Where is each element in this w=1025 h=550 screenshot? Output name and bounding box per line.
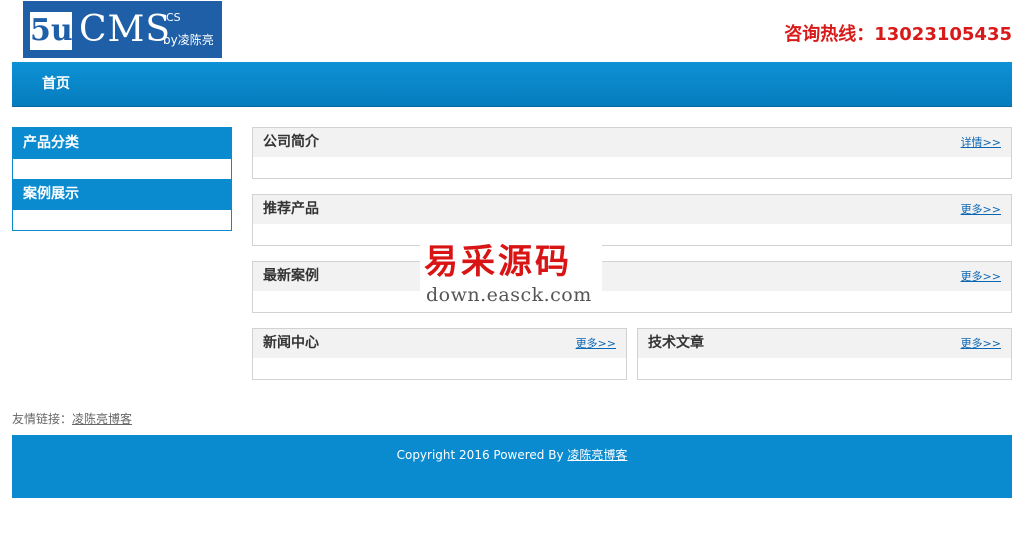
logo-byline: by凌陈亮 [163, 33, 214, 47]
panel-title: 技术文章 [648, 335, 704, 351]
friendly-links: 友情链接：凌陈亮博客 [12, 410, 132, 427]
logo-mark: 5u [30, 12, 73, 50]
sidebar-body-product-categories [13, 159, 231, 179]
recommended-products-panel: 推荐产品 更多>> [252, 194, 1012, 246]
news-center-panel: 新闻中心 更多>> [252, 328, 627, 380]
copyright-text: Copyright 2016 Powered By [396, 448, 568, 462]
panel-title: 新闻中心 [263, 335, 319, 351]
panel-title: 公司简介 [263, 134, 319, 150]
sidebar-title-case-showcase: 案例展示 [13, 179, 231, 210]
details-link[interactable]: 详情>> [961, 128, 1001, 157]
site-logo[interactable]: 5u CMS CS by凌陈亮 [23, 1, 222, 58]
tech-articles-panel: 技术文章 更多>> [637, 328, 1012, 380]
friendly-links-label: 友情链接： [12, 412, 73, 426]
company-intro-panel: 公司简介 详情>> [252, 127, 1012, 179]
more-link[interactable]: 更多>> [961, 329, 1001, 358]
watermark: 易采源码 down.easck.com [420, 232, 602, 312]
main-nav: 首页 [12, 62, 1012, 107]
logo-name: CMS [79, 9, 172, 50]
friendly-link-blog[interactable]: 凌陈亮博客 [72, 412, 132, 426]
nav-item-home[interactable]: 首页 [42, 62, 70, 106]
sidebar-body-case-showcase [13, 210, 231, 230]
panel-header: 推荐产品 更多>> [253, 195, 1011, 224]
panel-header: 技术文章 更多>> [638, 329, 1011, 358]
latest-cases-panel: 最新案例 更多>> [252, 261, 1012, 313]
footer: Copyright 2016 Powered By 凌陈亮博客 [12, 435, 1012, 498]
logo-superscript: CS [166, 11, 181, 24]
footer-copyright: Copyright 2016 Powered By 凌陈亮博客 [12, 446, 1012, 463]
panel-header: 最新案例 更多>> [253, 262, 1011, 291]
panel-title: 推荐产品 [263, 201, 319, 217]
sidebar-title-product-categories: 产品分类 [13, 128, 231, 159]
hotline-text: 咨询热线：13023105435 [784, 24, 1012, 45]
footer-blog-link[interactable]: 凌陈亮博客 [567, 448, 627, 462]
more-link[interactable]: 更多>> [961, 262, 1001, 291]
panel-header: 公司简介 详情>> [253, 128, 1011, 157]
panel-header: 新闻中心 更多>> [253, 329, 626, 358]
more-link[interactable]: 更多>> [576, 329, 616, 358]
more-link[interactable]: 更多>> [961, 195, 1001, 224]
panel-title: 最新案例 [263, 268, 319, 284]
watermark-text: 易采源码 [424, 242, 572, 282]
watermark-url: down.easck.com [426, 284, 592, 306]
sidebar: 产品分类 案例展示 [12, 127, 232, 231]
